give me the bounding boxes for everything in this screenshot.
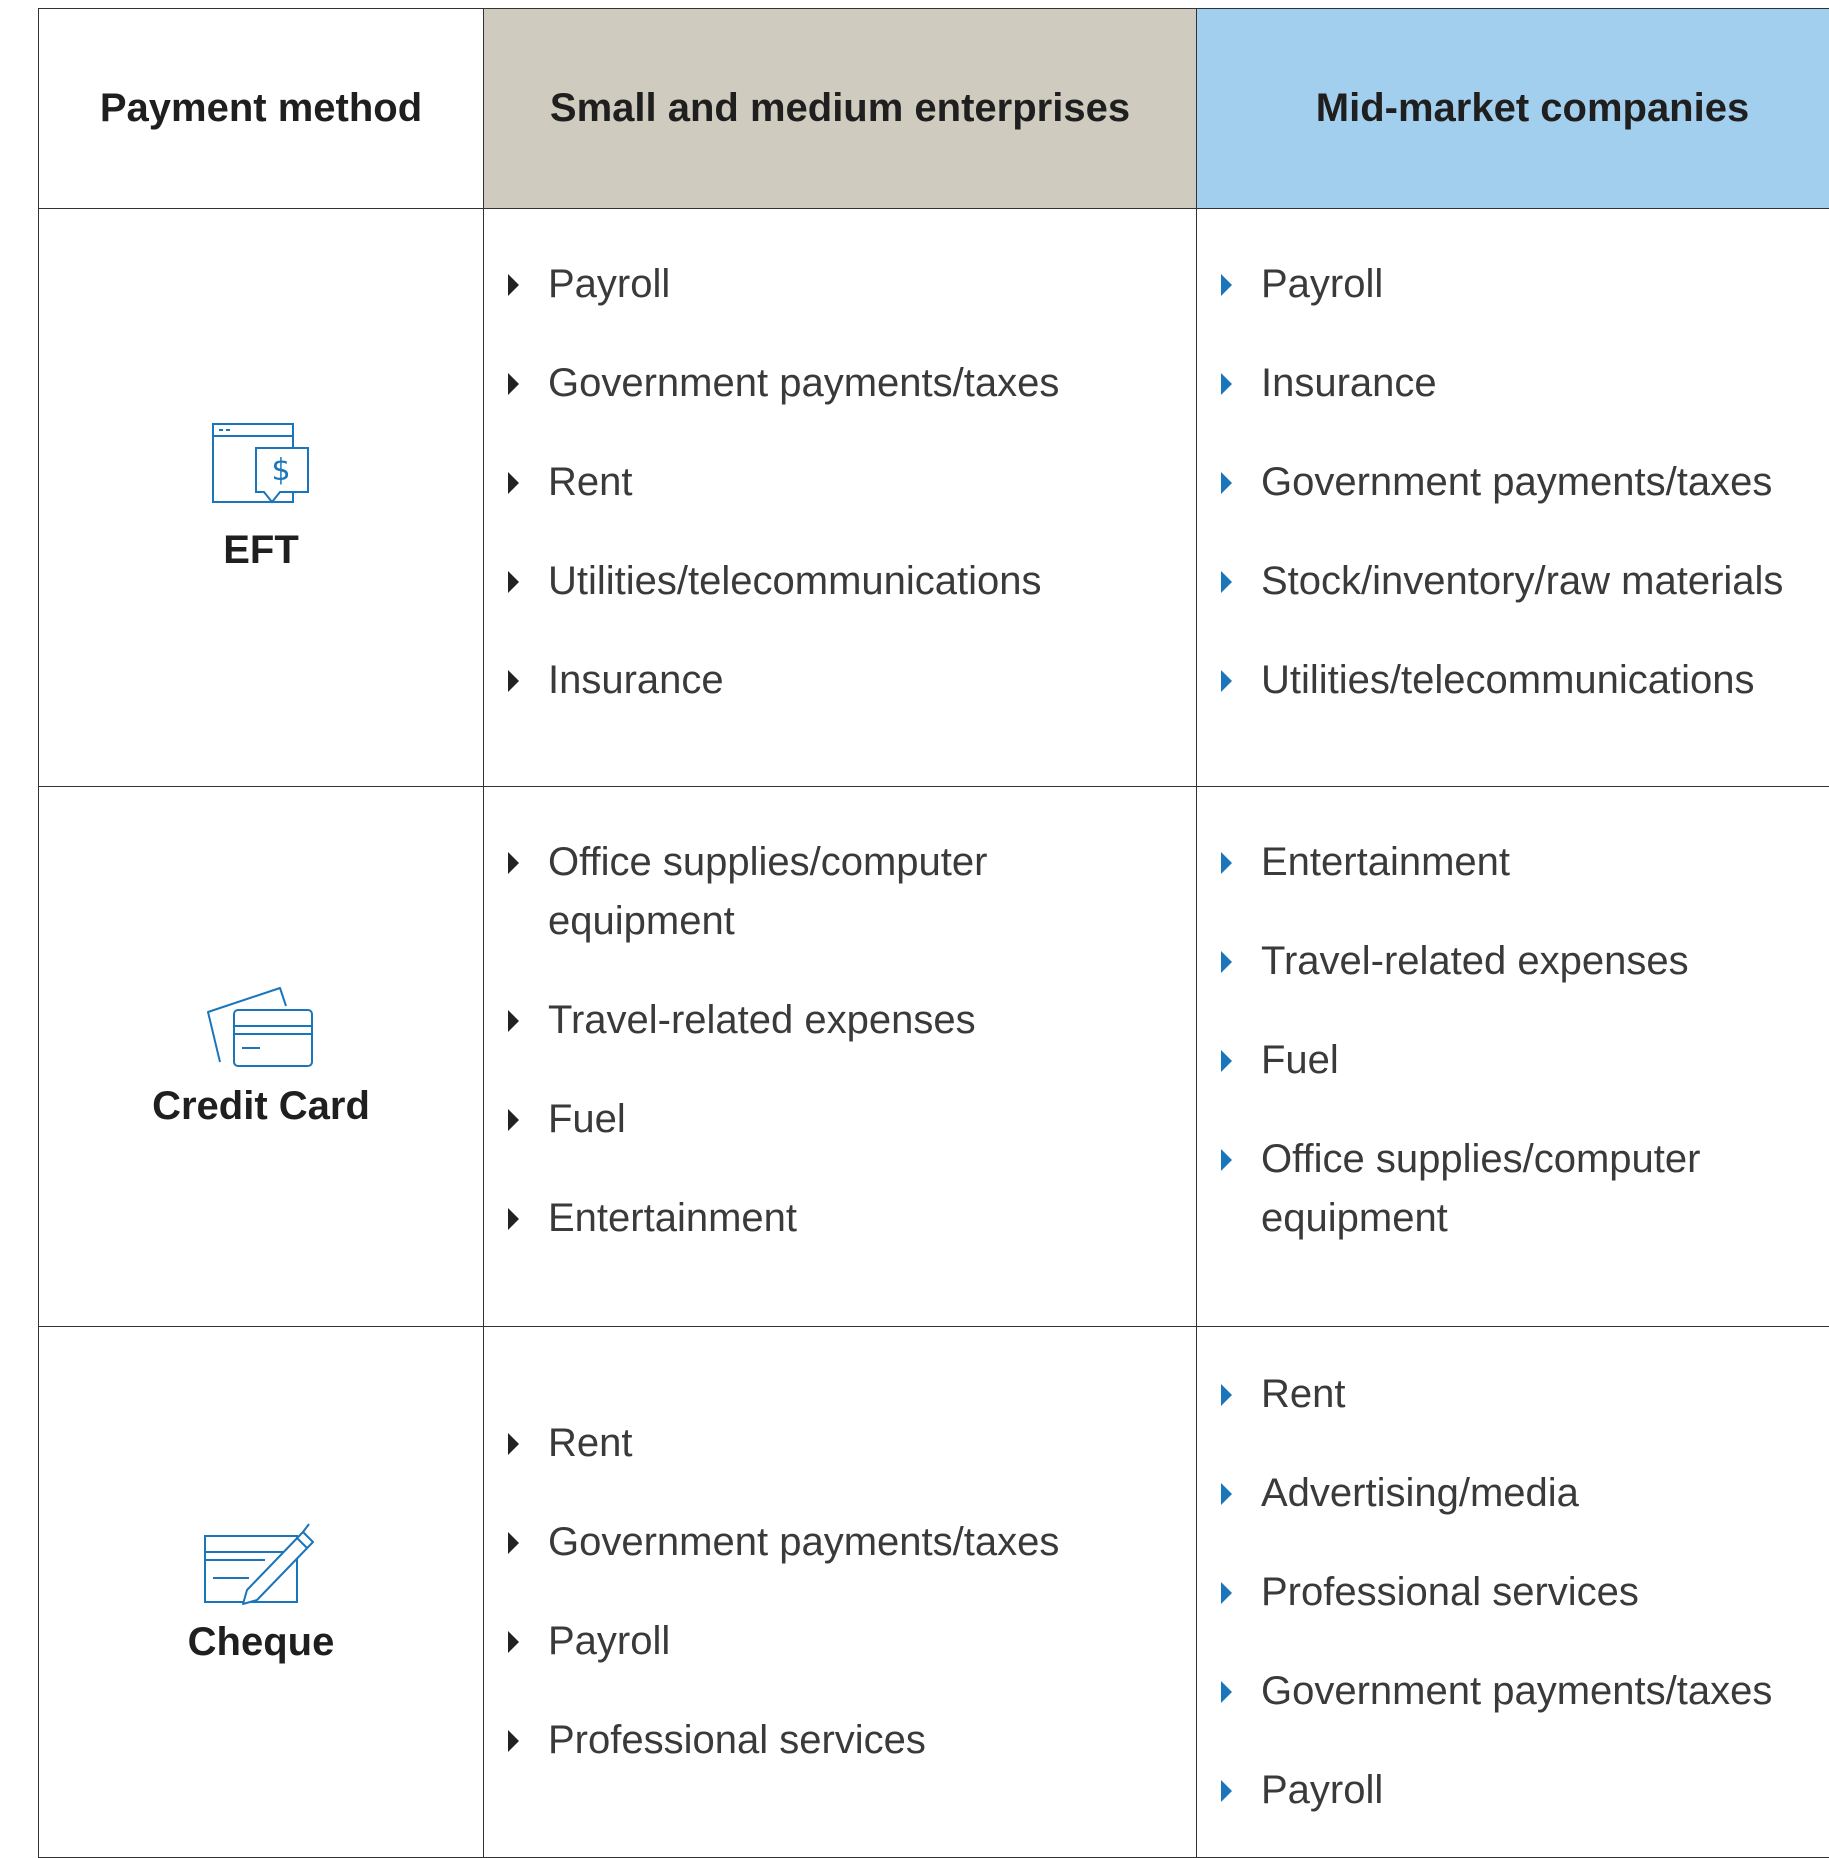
bullet-triangle-icon [508, 1010, 519, 1032]
bullet-triangle-icon [1221, 1149, 1232, 1171]
mid-cell-eft: Payroll Insurance Government payments/ta… [1197, 209, 1829, 787]
bullet-triangle-icon [508, 571, 519, 593]
list-item: Rent [504, 453, 1196, 512]
list-item: Government payments/taxes [504, 1513, 1196, 1572]
eft-invoice-icon: $ [211, 422, 311, 514]
bullet-triangle-icon [1221, 670, 1232, 692]
bullet-triangle-icon [1221, 951, 1232, 973]
method-cell-eft: $ EFT [39, 209, 484, 787]
bullet-triangle-icon [1221, 1483, 1232, 1505]
svg-text:$: $ [271, 453, 290, 488]
list-item: Travel-related expenses [504, 991, 1196, 1050]
bullet-triangle-icon [508, 274, 519, 296]
mid-cell-credit-card: Entertainment Travel-related expenses Fu… [1197, 787, 1829, 1327]
list-item: Office supplies/computer equipment [1217, 1130, 1829, 1248]
list-item: Fuel [1217, 1031, 1829, 1090]
bullet-triangle-icon [1221, 852, 1232, 874]
sme-list-cheque: Rent Government payments/taxes Payroll P… [484, 1414, 1196, 1770]
list-item: Government payments/taxes [1217, 1662, 1829, 1721]
table-row-eft: $ EFT Payroll Government payments/taxes … [39, 209, 1829, 787]
method-label-cheque: Cheque [39, 1620, 483, 1665]
list-item: Payroll [504, 255, 1196, 314]
sme-list-credit-card: Office supplies/computer equipment Trave… [484, 833, 1196, 1248]
bullet-triangle-icon [1221, 1582, 1232, 1604]
method-label-credit-card: Credit Card [39, 1084, 483, 1129]
method-cell-cheque: Cheque [39, 1327, 484, 1858]
list-item: Payroll [504, 1612, 1196, 1671]
list-item: Utilities/telecommunications [504, 552, 1196, 611]
list-item: Insurance [504, 651, 1196, 710]
list-item: Office supplies/computer equipment [504, 833, 1196, 951]
bullet-triangle-icon [508, 1208, 519, 1230]
bullet-triangle-icon [1221, 1050, 1232, 1072]
mid-list-cheque: Rent Advertising/media Professional serv… [1197, 1365, 1829, 1820]
list-item: Rent [1217, 1365, 1829, 1424]
mid-list-credit-card: Entertainment Travel-related expenses Fu… [1197, 833, 1829, 1248]
bullet-triangle-icon [1221, 373, 1232, 395]
credit-card-icon [206, 984, 316, 1070]
list-item: Advertising/media [1217, 1464, 1829, 1523]
bullet-triangle-icon [508, 1109, 519, 1131]
list-item: Rent [504, 1414, 1196, 1473]
bullet-triangle-icon [508, 472, 519, 494]
list-item: Payroll [1217, 1761, 1829, 1820]
list-item: Insurance [1217, 354, 1829, 413]
list-item: Entertainment [504, 1189, 1196, 1248]
bullet-triangle-icon [508, 373, 519, 395]
list-item: Entertainment [1217, 833, 1829, 892]
header-payment-method: Payment method [39, 9, 484, 209]
bullet-triangle-icon [1221, 571, 1232, 593]
bullet-triangle-icon [1221, 1384, 1232, 1406]
table-row-cheque: Cheque Rent Government payments/taxes Pa… [39, 1327, 1829, 1858]
payment-methods-table: Payment method Small and medium enterpri… [38, 8, 1829, 1858]
bullet-triangle-icon [508, 1532, 519, 1554]
bullet-triangle-icon [508, 1433, 519, 1455]
cheque-pen-icon [203, 1520, 319, 1606]
method-label-eft: EFT [39, 528, 483, 573]
list-item: Government payments/taxes [1217, 453, 1829, 512]
bullet-triangle-icon [1221, 1681, 1232, 1703]
list-item: Stock/inventory/raw materials [1217, 552, 1829, 611]
mid-list-eft: Payroll Insurance Government payments/ta… [1197, 255, 1829, 710]
method-cell-credit-card: Credit Card [39, 787, 484, 1327]
header-sme: Small and medium enterprises [484, 9, 1197, 209]
table-row-credit-card: Credit Card Office supplies/computer equ… [39, 787, 1829, 1327]
bullet-triangle-icon [508, 1631, 519, 1653]
list-item: Payroll [1217, 255, 1829, 314]
sme-cell-cheque: Rent Government payments/taxes Payroll P… [484, 1327, 1197, 1858]
list-item: Government payments/taxes [504, 354, 1196, 413]
list-item: Fuel [504, 1090, 1196, 1149]
bullet-triangle-icon [508, 670, 519, 692]
bullet-triangle-icon [508, 1730, 519, 1752]
list-item: Travel-related expenses [1217, 932, 1829, 991]
mid-cell-cheque: Rent Advertising/media Professional serv… [1197, 1327, 1829, 1858]
sme-cell-credit-card: Office supplies/computer equipment Trave… [484, 787, 1197, 1327]
list-item: Professional services [504, 1711, 1196, 1770]
bullet-triangle-icon [508, 852, 519, 874]
list-item: Professional services [1217, 1563, 1829, 1622]
bullet-triangle-icon [1221, 274, 1232, 296]
sme-cell-eft: Payroll Government payments/taxes Rent U… [484, 209, 1197, 787]
header-mid-market: Mid-market companies [1197, 9, 1829, 209]
bullet-triangle-icon [1221, 1780, 1232, 1802]
bullet-triangle-icon [1221, 472, 1232, 494]
sme-list-eft: Payroll Government payments/taxes Rent U… [484, 255, 1196, 710]
list-item: Utilities/telecommunications [1217, 651, 1829, 710]
header-row: Payment method Small and medium enterpri… [39, 9, 1829, 209]
